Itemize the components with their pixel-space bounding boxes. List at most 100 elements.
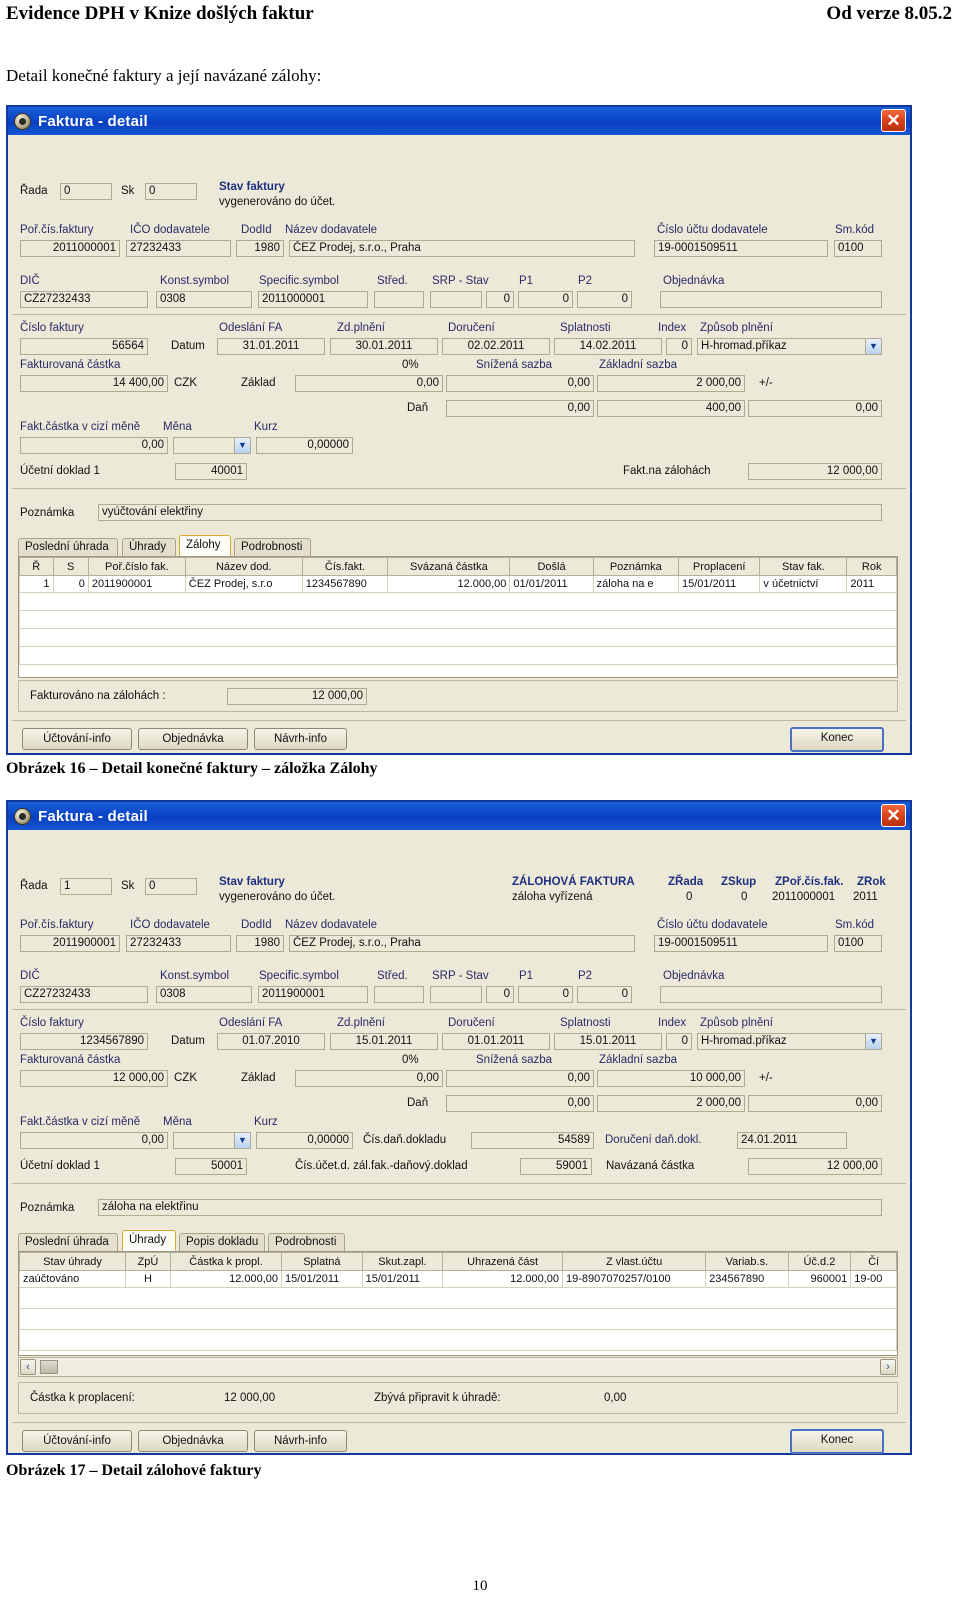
field-poznamka-1[interactable]: vyúčtování elektřiny (98, 504, 882, 521)
field-cis-ucet-d[interactable]: 59001 (520, 1158, 592, 1175)
field-dic-2[interactable]: CZ27232433 (20, 986, 148, 1003)
field-cislo-faktury-2[interactable]: 1234567890 (20, 1033, 148, 1050)
table-row[interactable] (19, 1308, 897, 1330)
field-zaklad-zakladni-1[interactable]: 2 000,00 (597, 375, 745, 392)
field-doruceni-2[interactable]: 01.01.2011 (442, 1033, 550, 1050)
field-ico-dodavatele-1[interactable]: 27232433 (126, 240, 231, 257)
field-navazana-castka[interactable]: 12 000,00 (748, 1158, 882, 1175)
konec-button-1[interactable]: Konec (790, 727, 884, 752)
field-zaklad-snizena-1[interactable]: 0,00 (446, 375, 594, 392)
field-stav-2[interactable]: 0 (486, 986, 514, 1003)
close-icon[interactable]: ✕ (881, 109, 906, 132)
field-specific-symbol-1[interactable]: 2011000001 (258, 291, 368, 308)
chevron-down-icon[interactable]: ▼ (865, 1034, 881, 1049)
field-kurz-2[interactable]: 0,00000 (256, 1132, 353, 1149)
table-row[interactable] (19, 592, 897, 611)
combo-mena-1[interactable]: ▼ (173, 437, 251, 454)
field-kurz-1[interactable]: 0,00000 (256, 437, 353, 454)
horizontal-scrollbar-2[interactable]: ‹ › (18, 1357, 898, 1377)
uctovani-info-button-1[interactable]: Účtování-info (22, 728, 132, 750)
field-nazev-dodavatele-2[interactable]: ČEZ Prodej, s.r.o., Praha (289, 935, 635, 952)
field-por-cis-faktury-1[interactable]: 2011000001 (20, 240, 120, 257)
table-row[interactable]: zaúčtováno H 12.000,00 15/01/2011 15/01/… (19, 1270, 897, 1288)
navrh-info-button-2[interactable]: Návrh-info (254, 1430, 347, 1452)
scroll-right-icon[interactable]: › (880, 1359, 896, 1375)
tab-podrobnosti-2[interactable]: Podrobnosti (268, 1233, 345, 1251)
tab-podrobnosti-1[interactable]: Podrobnosti (234, 538, 311, 556)
table-row[interactable] (19, 628, 897, 647)
field-p2-1[interactable]: 0 (577, 291, 632, 308)
konec-button-2[interactable]: Konec (790, 1429, 884, 1454)
field-splatnosti-2[interactable]: 15.01.2011 (554, 1033, 662, 1050)
field-stred-1[interactable] (374, 291, 424, 308)
close-icon[interactable]: ✕ (881, 804, 906, 827)
objednavka-button-2[interactable]: Objednávka (138, 1430, 248, 1452)
field-splatnosti-1[interactable]: 14.02.2011 (554, 338, 662, 355)
faktura-detail-window-2[interactable]: Faktura - detail ✕ Řada 1 Sk 0 Stav fakt… (6, 800, 912, 1455)
field-dan-extra-1[interactable]: 0,00 (748, 400, 882, 417)
field-zd-plneni-1[interactable]: 30.01.2011 (330, 338, 438, 355)
field-cislo-faktury-1[interactable]: 56564 (20, 338, 148, 355)
field-fakt-na-zalohach-1[interactable]: 12 000,00 (748, 463, 882, 480)
combo-zpusob-plneni-2[interactable]: H-hromad.příkaz ▼ (697, 1033, 882, 1050)
objednavka-button-1[interactable]: Objednávka (138, 728, 248, 750)
field-cislo-uctu-2[interactable]: 19-0001509511 (654, 935, 828, 952)
field-p1-1[interactable]: 0 (518, 291, 573, 308)
table-row[interactable] (19, 1329, 897, 1351)
tab-posledni-uhrada-1[interactable]: Poslední úhrada (18, 538, 118, 556)
field-dodid-2[interactable]: 1980 (236, 935, 284, 952)
field-sm-kod-1[interactable]: 0100 (834, 240, 882, 257)
field-index-2[interactable]: 0 (666, 1033, 692, 1050)
field-fakt-castka-cizi-1[interactable]: 0,00 (20, 437, 168, 454)
field-zaklad-snizena-2[interactable]: 0,00 (446, 1070, 594, 1087)
field-specific-symbol-2[interactable]: 2011900001 (258, 986, 368, 1003)
field-rada-2[interactable]: 1 (60, 878, 112, 895)
field-index-1[interactable]: 0 (666, 338, 692, 355)
table-row[interactable]: 1 0 2011900001 ČEZ Prodej, s.r.o 1234567… (19, 575, 897, 593)
field-objednavka-2[interactable] (660, 986, 882, 1003)
field-poznamka-2[interactable]: záloha na elektřinu (98, 1199, 882, 1216)
scroll-left-icon[interactable]: ‹ (20, 1359, 36, 1375)
combo-mena-2[interactable]: ▼ (173, 1132, 251, 1149)
chevron-down-icon[interactable]: ▼ (234, 438, 250, 453)
zalohy-grid-1[interactable]: Ř S Poř.číslo fak. Název dod. Čís.fakt. … (18, 556, 898, 678)
field-cis-dan-dokladu[interactable]: 54589 (471, 1132, 594, 1149)
field-zaklad-0-2[interactable]: 0,00 (295, 1070, 443, 1087)
combo-zpusob-plneni-1[interactable]: H-hromad.příkaz ▼ (697, 338, 882, 355)
table-row[interactable] (19, 646, 897, 665)
table-row[interactable] (19, 1287, 897, 1309)
tab-uhrady-1[interactable]: Úhrady (122, 538, 176, 556)
tab-posledni-uhrada-2[interactable]: Poslední úhrada (18, 1233, 118, 1251)
chevron-down-icon[interactable]: ▼ (865, 339, 881, 354)
field-ucetni-doklad1-2[interactable]: 50001 (175, 1158, 247, 1175)
field-zd-plneni-2[interactable]: 15.01.2011 (330, 1033, 438, 1050)
uhrady-grid-2[interactable]: Stav úhrady ZpÚ Částka k propl. Splatná … (18, 1251, 898, 1356)
field-dan-snizena-2[interactable]: 0,00 (446, 1095, 594, 1112)
tab-zalohy-1[interactable]: Zálohy (179, 535, 231, 556)
field-dan-snizena-1[interactable]: 0,00 (446, 400, 594, 417)
uctovani-info-button-2[interactable]: Účtování-info (22, 1430, 132, 1452)
field-sk-2[interactable]: 0 (145, 878, 197, 895)
field-ico-dodavatele-2[interactable]: 27232433 (126, 935, 231, 952)
field-dodid-1[interactable]: 1980 (236, 240, 284, 257)
tab-popis-dokladu-2[interactable]: Popis dokladu (179, 1233, 265, 1251)
field-p1-2[interactable]: 0 (518, 986, 573, 1003)
table-row[interactable] (19, 610, 897, 629)
field-odeslani-fa-1[interactable]: 31.01.2011 (217, 338, 325, 355)
field-fakturovana-castka-2[interactable]: 12 000,00 (20, 1070, 168, 1087)
scrollbar-thumb[interactable] (40, 1360, 58, 1374)
field-dan-extra-2[interactable]: 0,00 (748, 1095, 882, 1112)
field-por-cis-faktury-2[interactable]: 2011900001 (20, 935, 120, 952)
field-fakt-castka-cizi-2[interactable]: 0,00 (20, 1132, 168, 1149)
field-rada-1[interactable]: 0 (60, 183, 112, 200)
chevron-down-icon[interactable]: ▼ (234, 1133, 250, 1148)
field-doruceni-dan-dokl[interactable]: 24.01.2011 (737, 1132, 847, 1149)
field-objednavka-1[interactable] (660, 291, 882, 308)
field-srp-1[interactable] (430, 291, 482, 308)
field-sk-1[interactable]: 0 (145, 183, 197, 200)
field-stred-2[interactable] (374, 986, 424, 1003)
field-konst-symbol-2[interactable]: 0308 (156, 986, 252, 1003)
faktura-detail-window-1[interactable]: Faktura - detail ✕ Řada 0 Sk 0 Stav fakt… (6, 105, 912, 755)
tab-uhrady-2[interactable]: Úhrady (122, 1230, 176, 1251)
field-nazev-dodavatele-1[interactable]: ČEZ Prodej, s.r.o., Praha (289, 240, 635, 257)
